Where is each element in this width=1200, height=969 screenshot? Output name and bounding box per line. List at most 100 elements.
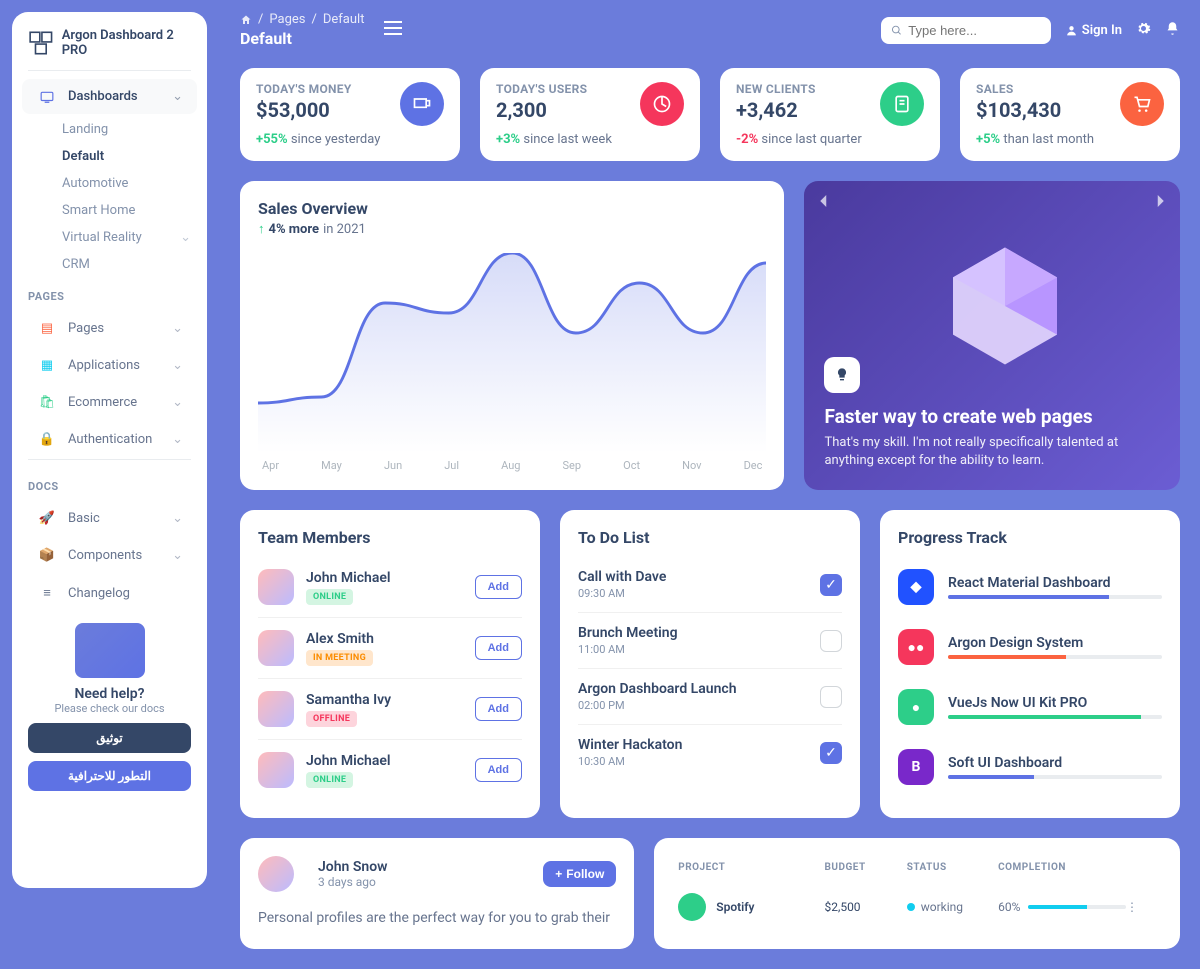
post-card: John Snow 3 days ago +Follow Personal pr… (240, 838, 634, 949)
breadcrumb: / Pages / Default (240, 12, 364, 27)
search-input-wrapper[interactable] (881, 17, 1051, 44)
todo-checkbox[interactable] (820, 686, 842, 708)
file-icon: ▤ (36, 321, 58, 336)
sidebar-item-pages[interactable]: ▤Pages⌄ (22, 311, 197, 346)
status-badge: IN MEETING (306, 650, 373, 666)
avatar (258, 856, 294, 892)
promo-illustration (940, 241, 1070, 371)
brand-logo[interactable]: Argon Dashboard 2 PRO (12, 28, 207, 70)
track-icon: ●● (898, 629, 934, 665)
brand-icon (28, 29, 54, 57)
track-name: React Material Dashboard (948, 575, 1162, 591)
project-budget: $2,500 (824, 900, 906, 914)
docs-button[interactable]: توثيق (28, 723, 191, 753)
stat-icon (400, 82, 444, 126)
stat-value: +3,462 (736, 98, 880, 122)
chevron-down-icon: ⌄ (172, 395, 183, 410)
stat-icon (880, 82, 924, 126)
sidebar-item-authentication[interactable]: 🔒Authentication⌄ (22, 422, 197, 457)
lightbulb-icon (824, 357, 860, 393)
sidebar-sub-default[interactable]: Default (12, 143, 207, 170)
add-button[interactable]: Add (475, 636, 522, 660)
sidebar-item-components[interactable]: 📦Components⌄ (22, 538, 197, 573)
post-body: Personal profiles are the perfect way fo… (258, 908, 616, 929)
post-author: John Snow (318, 859, 387, 875)
member-name: Alex Smith (306, 631, 475, 647)
chevron-down-icon: ⌄ (172, 432, 183, 447)
sidebar-item-applications[interactable]: ▦Applications⌄ (22, 348, 197, 383)
signin-link[interactable]: Sign In (1065, 23, 1122, 38)
search-input[interactable] (908, 23, 1041, 38)
sidebar-sub-virtual-reality[interactable]: Virtual Reality⌄ (12, 224, 207, 251)
follow-button[interactable]: +Follow (543, 861, 616, 887)
post-time: 3 days ago (318, 875, 387, 889)
menu-toggle-icon[interactable] (384, 21, 402, 39)
breadcrumb-current: Default (323, 12, 365, 27)
todo-checkbox[interactable]: ✓ (820, 574, 842, 596)
gear-icon[interactable] (1136, 21, 1151, 40)
more-menu-icon[interactable]: ⋮ (1126, 900, 1156, 914)
todo-time: 02:00 PM (578, 699, 820, 712)
todo-time: 10:30 AM (578, 755, 820, 768)
stat-label: SALES (976, 82, 1120, 96)
track-name: VueJs Now UI Kit PRO (948, 695, 1162, 711)
sidebar-divider (28, 459, 191, 460)
plus-icon: + (555, 867, 562, 881)
progress-bar (948, 595, 1162, 599)
stat-card: TODAY'S USERS2,300+3% since last week (480, 68, 700, 161)
sidebar-sub-smart-home[interactable]: Smart Home (12, 197, 207, 224)
carousel-prev[interactable] (818, 195, 830, 207)
topbar: / Pages / Default Default Sign In (240, 8, 1180, 56)
add-button[interactable]: Add (475, 758, 522, 782)
member-row: John Michael ONLINE Add (258, 557, 522, 618)
avatar (258, 752, 294, 788)
breadcrumb-pages[interactable]: Pages (269, 12, 305, 27)
add-button[interactable]: Add (475, 575, 522, 599)
stat-icon (640, 82, 684, 126)
sidebar-item-dashboards[interactable]: Dashboards ⌄ (22, 79, 197, 114)
todo-checkbox[interactable]: ✓ (820, 742, 842, 764)
track-row: ●VueJs Now UI Kit PRO (898, 677, 1162, 737)
stat-card: NEW CLIENTS+3,462-2% since last quarter (720, 68, 940, 161)
member-name: John Michael (306, 570, 475, 586)
sidebar-sub-landing[interactable]: Landing (12, 116, 207, 143)
sidebar-item-changelog[interactable]: ≡Changelog (22, 575, 197, 611)
sidebar-item-basic[interactable]: 🚀Basic⌄ (22, 501, 197, 536)
sidebar-sub-crm[interactable]: CRM (12, 251, 207, 278)
member-name: Samantha Ivy (306, 692, 475, 708)
track-icon: B (898, 749, 934, 785)
bell-icon[interactable] (1165, 21, 1180, 40)
todo-name: Winter Hackaton (578, 737, 820, 753)
member-row: Alex Smith IN MEETING Add (258, 618, 522, 679)
project-completion: 60% (998, 900, 1126, 914)
status-badge: ONLINE (306, 589, 353, 605)
upgrade-button[interactable]: التطور للاحترافية (28, 761, 191, 791)
track-name: Argon Design System (948, 635, 1162, 651)
carousel-next[interactable] (1154, 195, 1166, 207)
team-title: Team Members (258, 528, 522, 547)
member-name: John Michael (306, 753, 475, 769)
todo-time: 11:00 AM (578, 643, 820, 656)
sidebar-sub-automotive[interactable]: Automotive (12, 170, 207, 197)
avatar (258, 569, 294, 605)
rocket-icon: 🚀 (36, 511, 58, 526)
team-members-card: Team Members John MichaelONLINEAddAlex S… (240, 510, 540, 818)
status-badge: ONLINE (306, 772, 353, 788)
stats-row: TODAY'S MONEY$53,000+55% since yesterday… (240, 68, 1180, 161)
add-button[interactable]: Add (475, 697, 522, 721)
home-icon[interactable] (240, 14, 252, 26)
sidebar-item-ecommerce[interactable]: 🛍Ecommerce⌄ (22, 385, 197, 420)
overview-subtitle: ↑ 4% more in 2021 (258, 221, 766, 237)
sales-chart (258, 253, 766, 453)
todo-name: Brunch Meeting (578, 625, 820, 641)
stat-value: $53,000 (256, 98, 400, 122)
arrow-up-icon: ↑ (258, 221, 265, 237)
todo-checkbox[interactable] (820, 630, 842, 652)
promo-card[interactable]: Faster way to create web pages That's my… (804, 181, 1180, 490)
stat-delta: +5% than last month (976, 132, 1120, 147)
lock-icon: 🔒 (36, 432, 58, 447)
tv-icon (36, 90, 58, 104)
chevron-down-icon: ⌄ (180, 230, 191, 245)
todo-list-card: To Do List Call with Dave09:30 AM✓Brunch… (560, 510, 860, 818)
chart-x-labels: AprMayJunJulAugSepOctNovDec (258, 459, 766, 472)
